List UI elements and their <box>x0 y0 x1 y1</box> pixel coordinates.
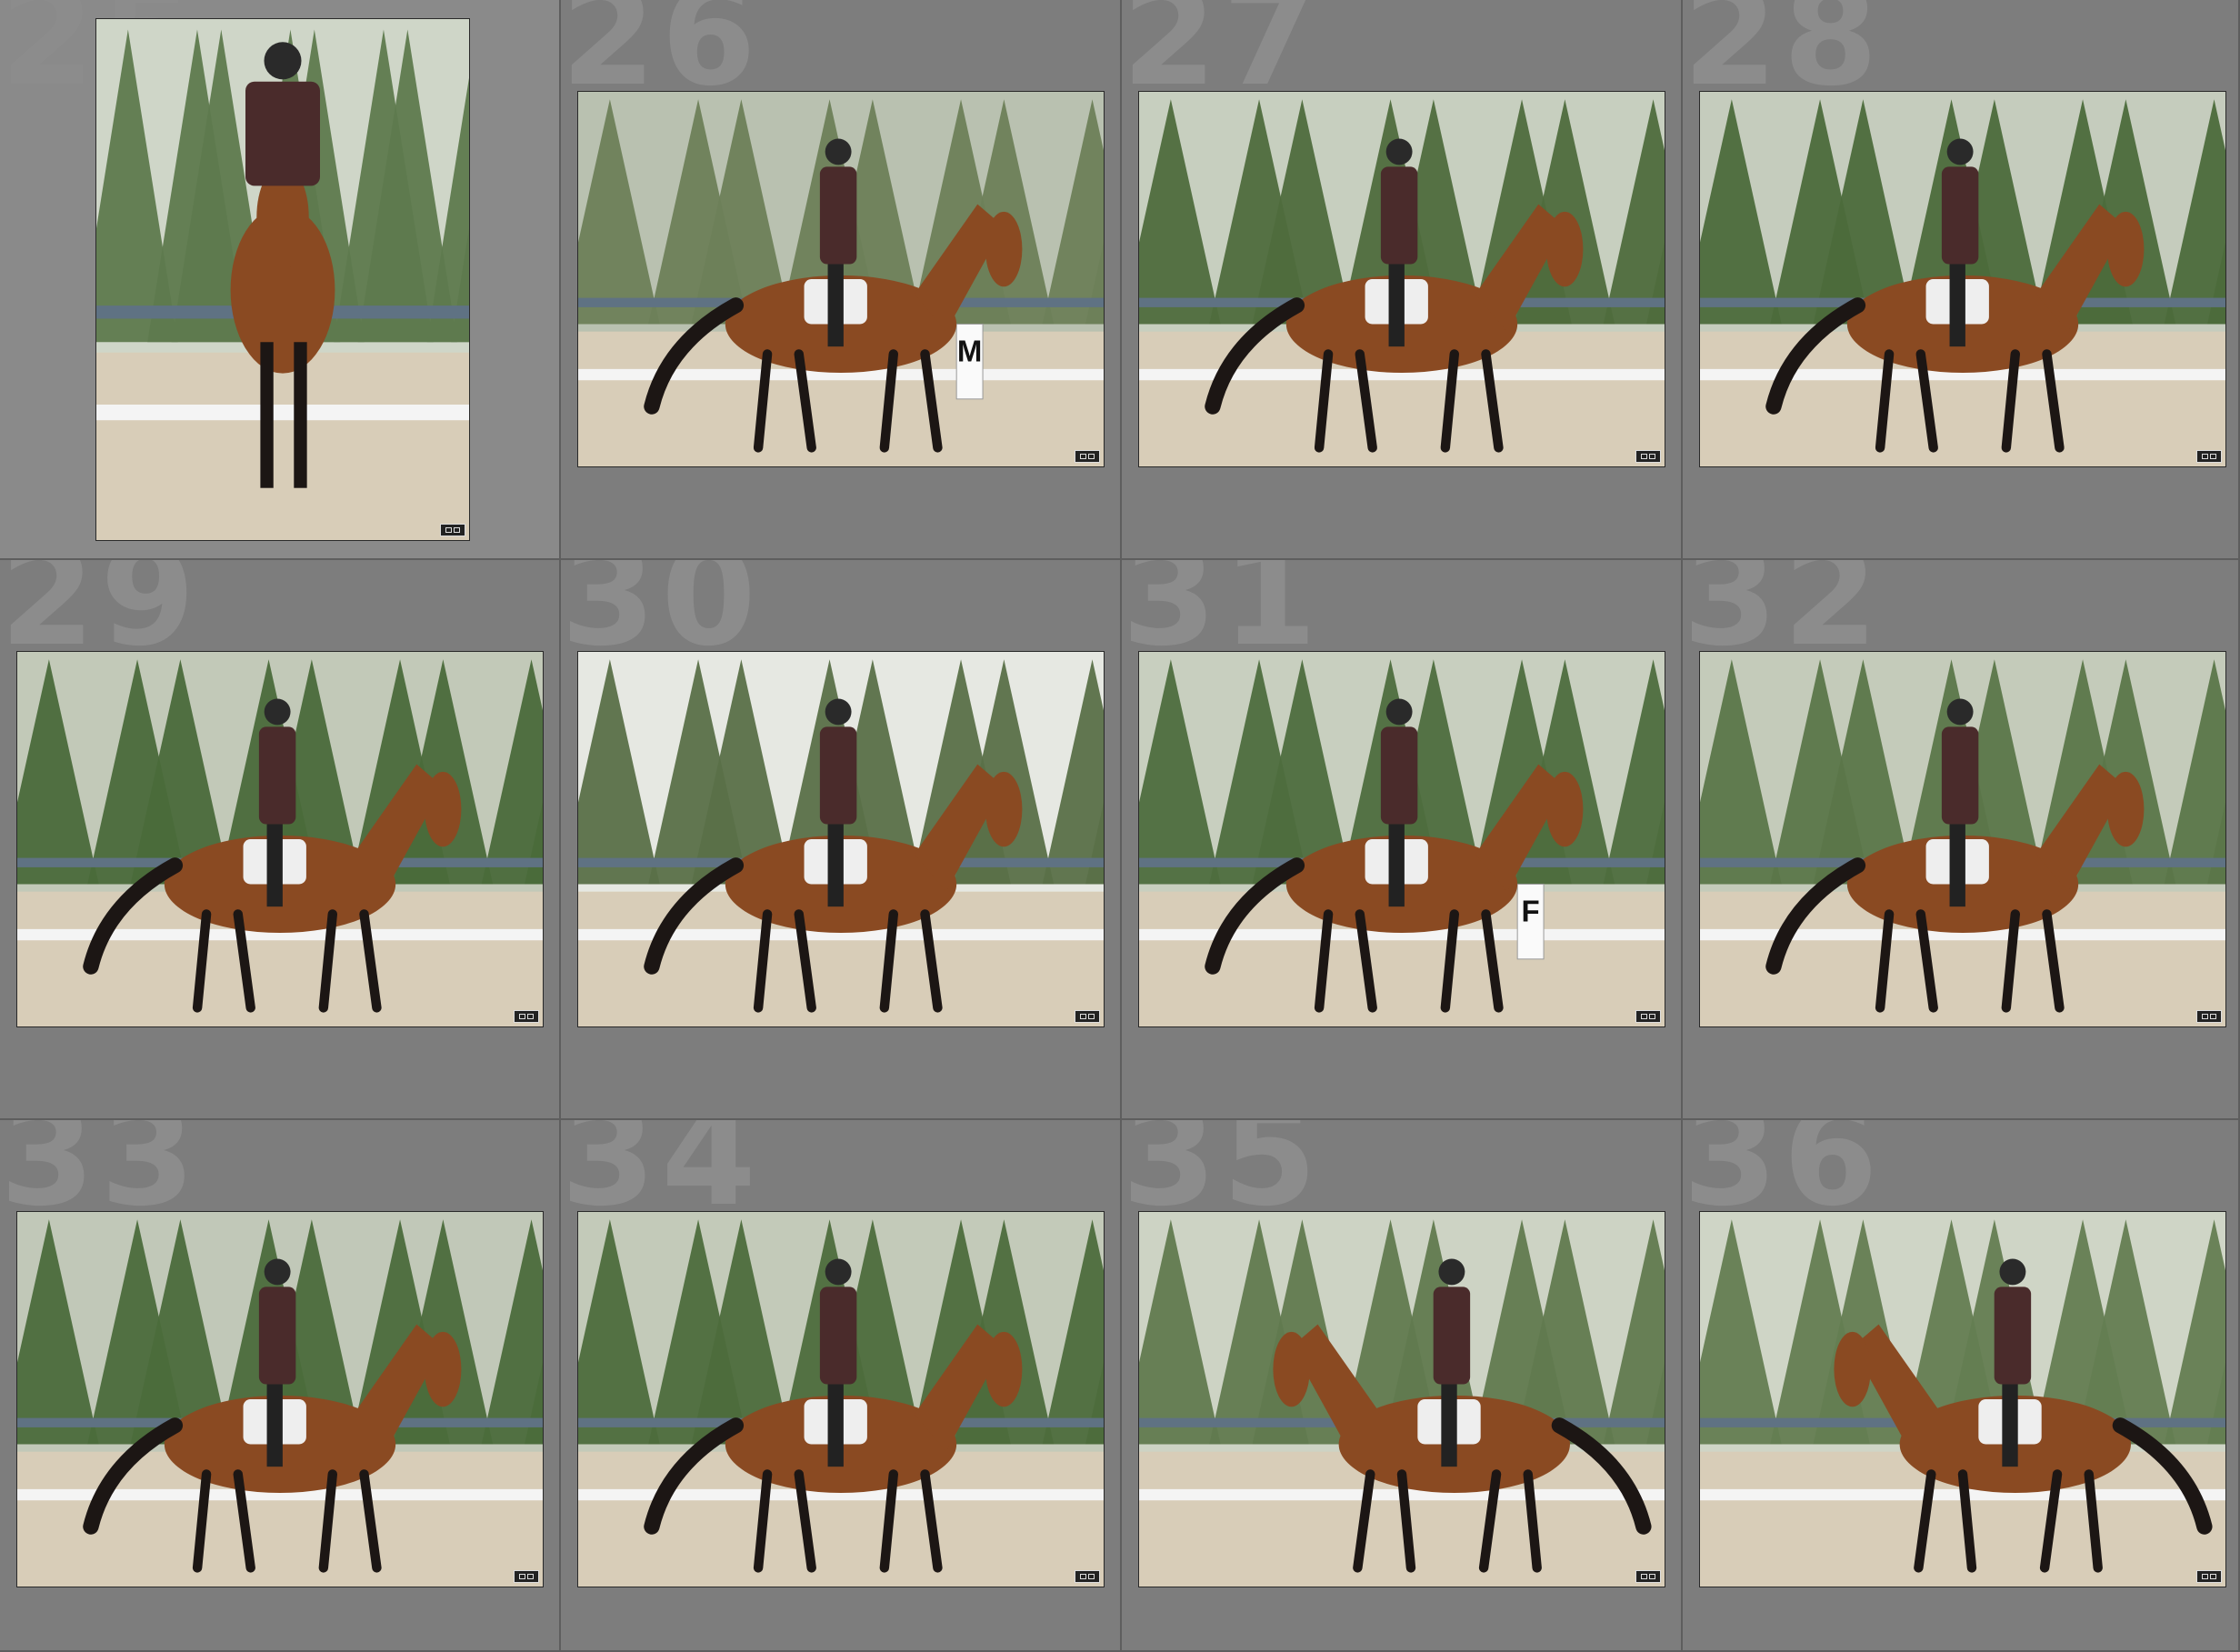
photo-image <box>1700 1212 2225 1587</box>
edit-badge-icon[interactable] <box>440 524 465 536</box>
cell-index-number: 27 <box>1122 0 1323 116</box>
grid-cell[interactable]: 36 <box>1683 1120 2240 1652</box>
cell-index-number: 33 <box>0 1120 201 1236</box>
grid-cell[interactable]: 32 <box>1683 560 2240 1120</box>
grid-cell[interactable]: 31 F <box>1122 560 1683 1120</box>
photo-image <box>1139 92 1665 466</box>
grid-cell[interactable]: 34 <box>561 1120 1122 1652</box>
grid-cell[interactable]: 33 <box>0 1120 561 1652</box>
grid-cell[interactable]: 30 <box>561 560 1122 1120</box>
photo-thumbnail[interactable] <box>16 651 544 1027</box>
edit-badge-icon[interactable] <box>1635 1010 1661 1023</box>
photo-image <box>1700 652 2225 1026</box>
photo-thumbnail[interactable] <box>1138 91 1665 467</box>
photo-image: F <box>1139 652 1665 1026</box>
edit-badge-icon[interactable] <box>1075 1570 1100 1583</box>
edit-badge-icon[interactable] <box>514 1010 539 1023</box>
photo-image <box>17 1212 543 1587</box>
cell-index-number: 30 <box>561 560 762 676</box>
photo-image <box>1139 1212 1665 1587</box>
edit-badge-icon[interactable] <box>2196 1570 2222 1583</box>
arena-sand <box>96 352 469 540</box>
edit-badge-icon[interactable] <box>1075 450 1100 463</box>
cell-index-number: 26 <box>561 0 762 116</box>
edit-badge-icon[interactable] <box>1075 1010 1100 1023</box>
dressage-rail <box>96 405 469 421</box>
photo-thumbnail[interactable] <box>95 18 470 541</box>
photo-thumbnail[interactable] <box>1699 1211 2226 1587</box>
edit-badge-icon[interactable] <box>1635 450 1661 463</box>
grid-cell[interactable]: 29 <box>0 560 561 1120</box>
cell-index-number: 36 <box>1683 1120 1884 1236</box>
photo-image <box>578 652 1104 1026</box>
photo-thumbnail[interactable]: F <box>1138 651 1665 1027</box>
photo-image: M <box>578 92 1104 466</box>
photo-image <box>17 652 543 1026</box>
letter-marker: F <box>1516 883 1545 960</box>
edit-badge-icon[interactable] <box>2196 450 2222 463</box>
grid-cell[interactable]: 25 <box>0 0 561 560</box>
filmstrip-grid: 2526 M 27 28 29 30 31 F 32 33 34 35 36 <box>0 0 2240 1652</box>
photo-thumbnail[interactable] <box>577 651 1105 1027</box>
edit-badge-icon[interactable] <box>1635 1570 1661 1583</box>
cell-index-number: 32 <box>1683 560 1884 676</box>
letter-marker: M <box>955 323 984 400</box>
photo-thumbnail[interactable] <box>1699 91 2226 467</box>
photo-thumbnail[interactable] <box>1138 1211 1665 1587</box>
grid-cell[interactable]: 28 <box>1683 0 2240 560</box>
cell-index-number: 35 <box>1122 1120 1323 1236</box>
photo-thumbnail[interactable]: M <box>577 91 1105 467</box>
cell-index-number: 29 <box>0 560 201 676</box>
cell-index-number: 28 <box>1683 0 1884 116</box>
grid-cell[interactable]: 26 M <box>561 0 1122 560</box>
grid-cell[interactable]: 27 <box>1122 0 1683 560</box>
photo-thumbnail[interactable] <box>577 1211 1105 1587</box>
edit-badge-icon[interactable] <box>514 1570 539 1583</box>
cell-index-number: 34 <box>561 1120 762 1236</box>
cell-index-number: 31 <box>1122 560 1323 676</box>
photo-thumbnail[interactable] <box>16 1211 544 1587</box>
grid-cell[interactable]: 35 <box>1122 1120 1683 1652</box>
photo-thumbnail[interactable] <box>1699 651 2226 1027</box>
svg-text:M: M <box>957 335 982 368</box>
edit-badge-icon[interactable] <box>2196 1010 2222 1023</box>
photo-image <box>96 19 469 540</box>
photo-image <box>578 1212 1104 1587</box>
photo-image <box>1700 92 2225 466</box>
svg-text:F: F <box>1522 895 1540 928</box>
